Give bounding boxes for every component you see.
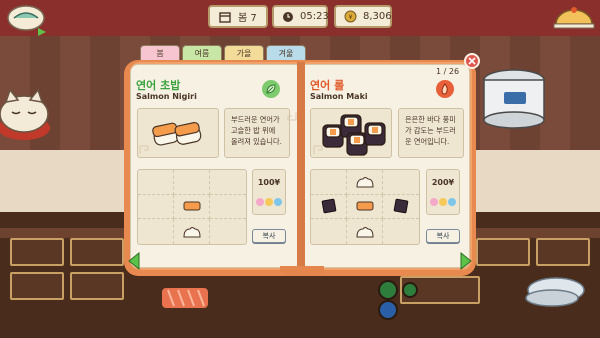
clock-icon — [282, 10, 294, 24]
recipe-title-en: Salmon Nigiri — [136, 92, 197, 101]
grid-cell — [383, 195, 419, 220]
rice-icon — [355, 176, 374, 188]
tab-label: 가을 — [236, 49, 252, 58]
leaf-icon — [266, 84, 276, 94]
tab-label: 봄 — [156, 49, 164, 58]
grid-cell — [347, 170, 383, 195]
book-bookmark — [280, 266, 324, 276]
swirl-deco-icon — [139, 145, 149, 154]
salmon-slice-icon — [356, 201, 373, 211]
day-display: 봄 7 — [208, 5, 268, 28]
ingredient-tray[interactable] — [536, 238, 590, 266]
rice-cooker-icon[interactable] — [480, 66, 548, 130]
leaf-badge — [262, 80, 280, 98]
price-label: 100¥ — [257, 178, 281, 187]
cloche-dish-icon[interactable] — [550, 2, 596, 36]
coin-icon: ¥ — [344, 10, 357, 24]
previous-page-arrow-icon[interactable] — [128, 252, 140, 270]
grid-cell — [311, 170, 347, 195]
ingredient-tray[interactable] — [476, 238, 530, 266]
tab-winter[interactable]: 겨울 — [266, 45, 306, 61]
recipe-description: 은은한 바다 풍미가 감도는 부드러운 연어입니다. — [398, 108, 464, 158]
price-label: 200¥ — [431, 178, 455, 187]
time-label: 05:23 — [300, 11, 329, 22]
grid-cell — [347, 219, 383, 244]
grid-cell — [174, 170, 210, 195]
tab-autumn[interactable]: 가을 — [224, 45, 264, 61]
rice-icon — [182, 226, 201, 238]
fire-badge — [436, 80, 454, 98]
recipe-description: 부드러운 연어가 고슬한 밥 위에 올려져 있습니다. — [224, 108, 290, 158]
grid-cell — [138, 170, 174, 195]
copy-label: 복사 — [262, 232, 276, 240]
recipe-title-en: Salmon Maki — [310, 92, 368, 101]
money-label: 8,306 — [363, 11, 392, 22]
ingredient-tray[interactable] — [10, 272, 64, 300]
time-display: 05:23 — [272, 5, 329, 28]
rice-icon — [355, 226, 374, 238]
recipe-title-ko: 연어 롤 — [310, 79, 345, 92]
fire-icon — [441, 83, 448, 95]
nori-icon — [393, 199, 409, 214]
tab-label: 여름 — [194, 49, 210, 58]
cat-mascot-icon[interactable] — [0, 78, 56, 142]
ingredient-tray[interactable] — [70, 272, 124, 300]
copy-button[interactable]: 복사 — [252, 229, 286, 243]
salmon-fillet-icon — [162, 288, 208, 308]
page-indicator: 1 / 26 — [436, 67, 460, 76]
menu-cloche-icon[interactable] — [4, 2, 50, 36]
swirl-deco-icon — [313, 145, 323, 154]
flower-icon — [253, 197, 285, 209]
copy-button[interactable]: 복사 — [426, 229, 460, 243]
svg-text:¥: ¥ — [349, 14, 353, 21]
nori-icon — [321, 199, 336, 214]
grid-cell — [210, 170, 246, 195]
next-page-arrow-icon[interactable] — [460, 252, 472, 270]
salmon-slice-icon — [183, 201, 200, 211]
grid-cell — [347, 194, 383, 220]
tab-label: 겨울 — [278, 49, 294, 58]
flower-icon — [427, 197, 459, 209]
close-icon — [468, 57, 476, 65]
grid-cell — [383, 219, 419, 244]
wasabi-ball-icon[interactable] — [402, 282, 418, 298]
money-display: ¥ 8,306 — [334, 5, 392, 28]
grid-cell — [311, 219, 347, 244]
wasabi-ball-icon[interactable] — [378, 280, 398, 300]
recipe-title-ko: 연어 초밥 — [136, 79, 181, 92]
grid-cell — [174, 194, 210, 220]
ingredient-tray[interactable] — [70, 238, 124, 266]
price-box: 200¥ — [426, 169, 460, 215]
ingredient-grid — [137, 169, 247, 245]
swirl-deco-icon — [287, 112, 297, 121]
day-label: 봄 7 — [238, 13, 257, 24]
grid-cell — [210, 195, 246, 220]
ingredient-tray[interactable] — [10, 238, 64, 266]
price-box: 100¥ — [252, 169, 286, 215]
calendar-icon — [218, 10, 232, 24]
copy-label: 복사 — [436, 232, 450, 240]
grid-cell — [138, 194, 174, 220]
book-spine — [297, 62, 305, 274]
close-button[interactable] — [464, 53, 480, 69]
tab-spring[interactable]: 봄 — [140, 45, 180, 61]
ingredient-grid — [310, 169, 420, 245]
grid-cell — [174, 219, 210, 244]
tab-summer[interactable]: 여름 — [182, 45, 222, 61]
grid-cell — [138, 219, 174, 244]
grid-cell — [311, 194, 347, 220]
soy-ball-icon[interactable] — [378, 300, 398, 320]
grid-cell — [210, 219, 246, 244]
grid-cell — [383, 170, 419, 195]
fish-icon — [525, 277, 585, 307]
